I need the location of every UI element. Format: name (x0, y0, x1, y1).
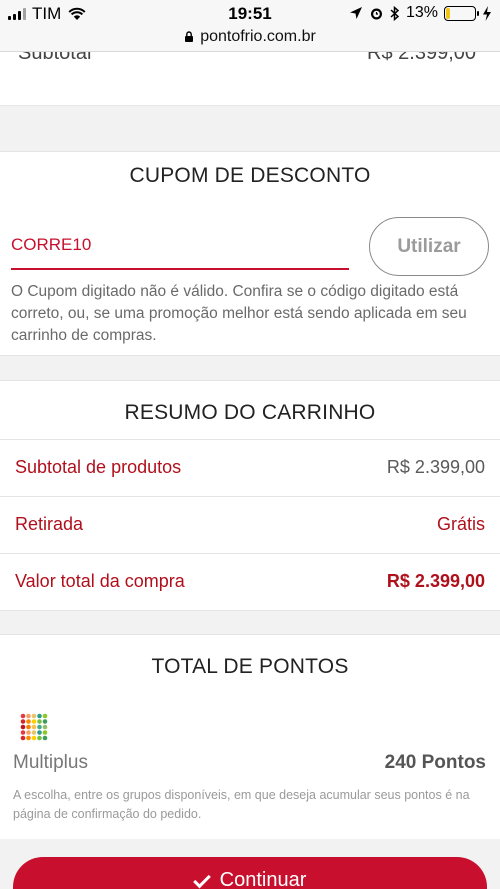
url-text: pontofrio.com.br (200, 28, 316, 45)
partial-value: R$ 2.399,00 (367, 52, 476, 64)
coupon-section: CUPOM DE DESCONTO Utilizar O Cupom digit… (0, 151, 500, 356)
partial-label: Subtotal (18, 52, 92, 64)
multiplus-logo-icon (20, 713, 48, 741)
battery-percent: 13% (405, 4, 438, 21)
points-program-name: Multiplus (13, 752, 88, 773)
summary-label: Subtotal de produtos (15, 457, 182, 477)
apply-coupon-button[interactable]: Utilizar (369, 217, 489, 276)
battery-icon (444, 5, 479, 21)
status-bar: TIM 19:51 13% pontofrio.com.br (0, 0, 500, 52)
points-title: TOTAL DE PONTOS (151, 655, 349, 678)
scrolled-subtotal-row: Subtotal R$ 2.399,00 (0, 52, 500, 106)
coupon-input[interactable] (11, 216, 349, 270)
coupon-error-message: O Cupom digitado não é válido. Confira s… (11, 283, 467, 344)
lock-icon (185, 31, 194, 42)
continue-button[interactable]: Continuar (13, 857, 487, 889)
battery-fill (446, 7, 450, 19)
summary-label: Valor total da compra (15, 571, 185, 591)
points-section: TOTAL DE PONTOS Multiplus 240 Pontos A e… (0, 634, 500, 839)
status-right: 13% (349, 4, 492, 22)
check-icon (192, 870, 211, 889)
points-note: A escolha, entre os grupos disponíveis, … (13, 788, 470, 821)
coupon-title: CUPOM DE DESCONTO (129, 164, 371, 187)
bluetooth-icon (390, 5, 400, 21)
points-amount: 240 Pontos (384, 752, 486, 773)
address-bar[interactable]: pontofrio.com.br (0, 28, 500, 46)
charging-icon (483, 5, 491, 21)
summary-total-value: R$ 2.399,00 (386, 571, 485, 591)
summary-value: R$ 2.399,00 (386, 457, 485, 477)
continue-label: Continuar (219, 869, 307, 889)
summary-row-subtotal: Subtotal de produtos R$ 2.399,00 (0, 439, 500, 495)
summary-label: Retirada (15, 514, 84, 534)
summary-title: RESUMO DO CARRINHO (124, 401, 376, 424)
summary-row-total: Valor total da compra R$ 2.399,00 (0, 553, 500, 609)
summary-row-pickup: Retirada Grátis (0, 496, 500, 552)
cart-summary-section: RESUMO DO CARRINHO Subtotal de produtos … (0, 380, 500, 611)
summary-value: Grátis (436, 514, 485, 534)
alarm-icon (370, 8, 382, 19)
location-arrow-icon (349, 7, 362, 19)
